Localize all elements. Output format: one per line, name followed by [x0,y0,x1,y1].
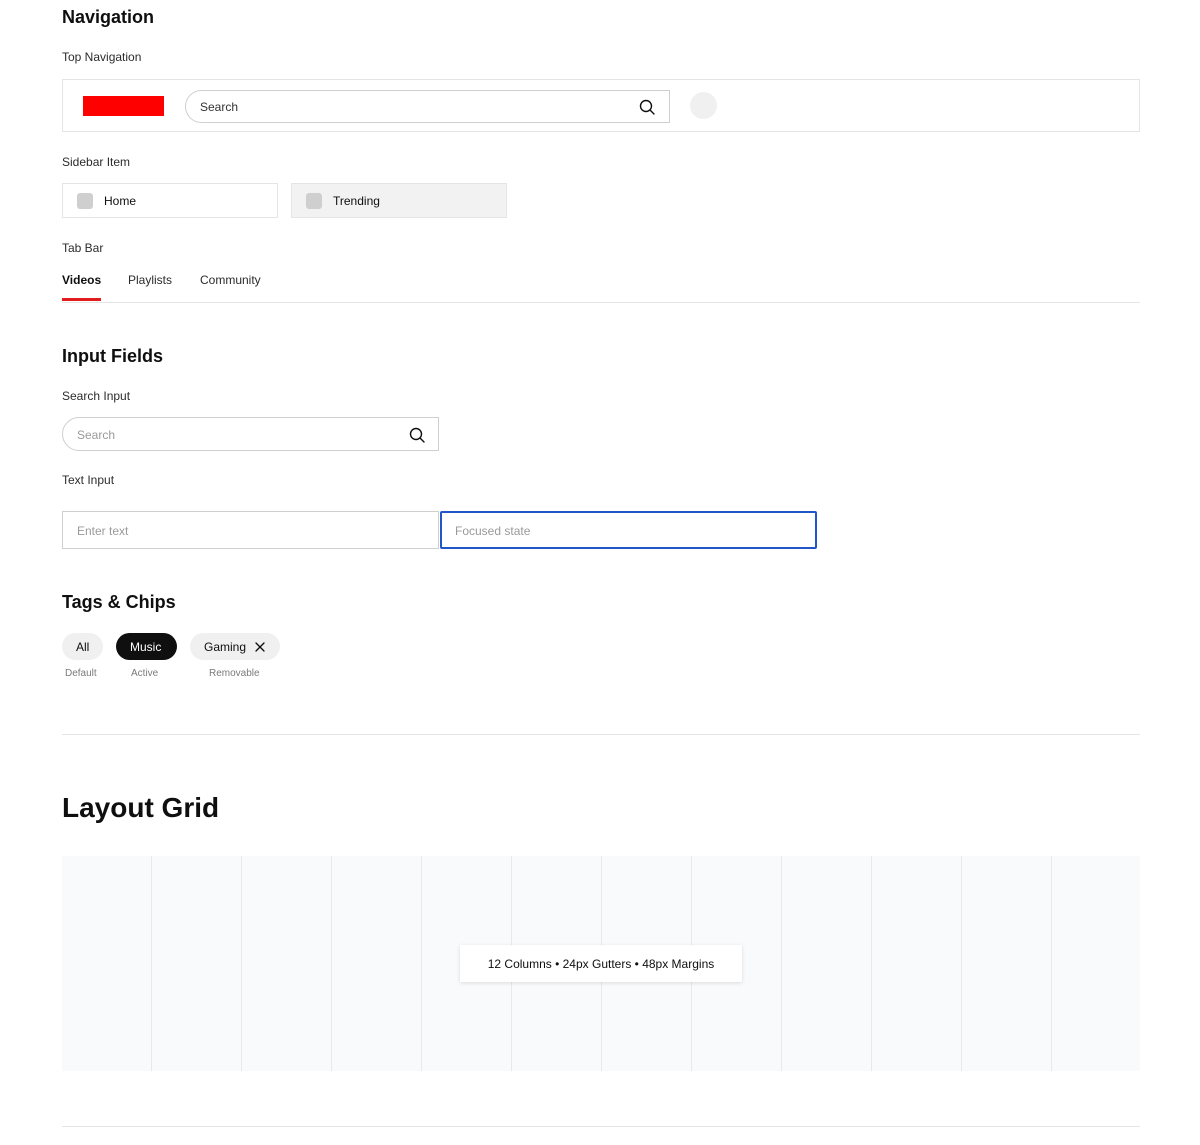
grid-column-line [871,856,872,1071]
search-input-label: Search Input [62,389,131,403]
text-input-placeholder: Enter text [77,524,129,538]
bottom-divider [62,1126,1140,1127]
section-divider [62,734,1140,735]
sidebar-item-label: Sidebar Item [62,155,131,169]
chip-music[interactable]: Music [116,633,177,660]
text-input-placeholder: Focused state [455,524,531,538]
grid-column-line [1051,856,1052,1071]
tab-bar-label: Tab Bar [62,241,104,255]
tab-playlists[interactable]: Playlists [128,273,172,287]
grid-column-line [781,856,782,1071]
sidebar-item-text: Trending [333,194,380,208]
home-icon [77,193,93,209]
sidebar-item-home[interactable]: Home [62,183,278,218]
search-input[interactable]: Search [62,417,439,451]
chip-label: Music [130,640,162,654]
nav-search-placeholder: Search [200,100,239,114]
section-title-layout-grid: Layout Grid [62,792,220,823]
text-input-default[interactable]: Enter text [62,511,439,549]
chip-label: Gaming [204,640,247,654]
grid-column-line [421,856,422,1071]
top-navigation-label: Top Navigation [62,50,142,64]
search-icon[interactable] [409,427,425,443]
tab-community[interactable]: Community [200,273,261,287]
grid-column-line [961,856,962,1071]
chip-caption-removable: Removable [209,668,260,679]
chip-caption-active: Active [131,668,159,679]
grid-spec-text: 12 Columns • 24px Gutters • 48px Margins [487,957,715,971]
text-input-focused[interactable]: Focused state [440,511,817,549]
logo[interactable] [83,96,164,116]
grid-column-line [151,856,152,1071]
section-title-input-fields: Input Fields [62,346,163,366]
tab-videos[interactable]: Videos [62,273,101,287]
nav-search-input[interactable]: Search [185,90,670,123]
search-icon[interactable] [639,99,655,115]
top-navigation-bar: Search [62,79,1140,132]
section-title-tags-chips: Tags & Chips [62,592,176,612]
chip-gaming[interactable]: Gaming [190,633,280,660]
active-tab-indicator [62,298,101,301]
tab-bar-divider [62,302,1140,303]
text-input-label: Text Input [62,473,115,487]
search-input-placeholder: Search [77,428,116,442]
grid-column-line [331,856,332,1071]
trending-icon [306,193,322,209]
sidebar-item-trending[interactable]: Trending [291,183,507,218]
chip-all[interactable]: All [62,633,103,660]
avatar[interactable] [690,92,717,119]
chip-caption-default: Default [65,668,97,679]
sidebar-item-text: Home [104,194,137,208]
grid-column-line [241,856,242,1071]
section-title-navigation: Navigation [62,7,155,27]
chip-label: All [76,640,90,654]
close-icon[interactable] [255,642,265,652]
grid-spec-badge: 12 Columns • 24px Gutters • 48px Margins [460,945,742,982]
